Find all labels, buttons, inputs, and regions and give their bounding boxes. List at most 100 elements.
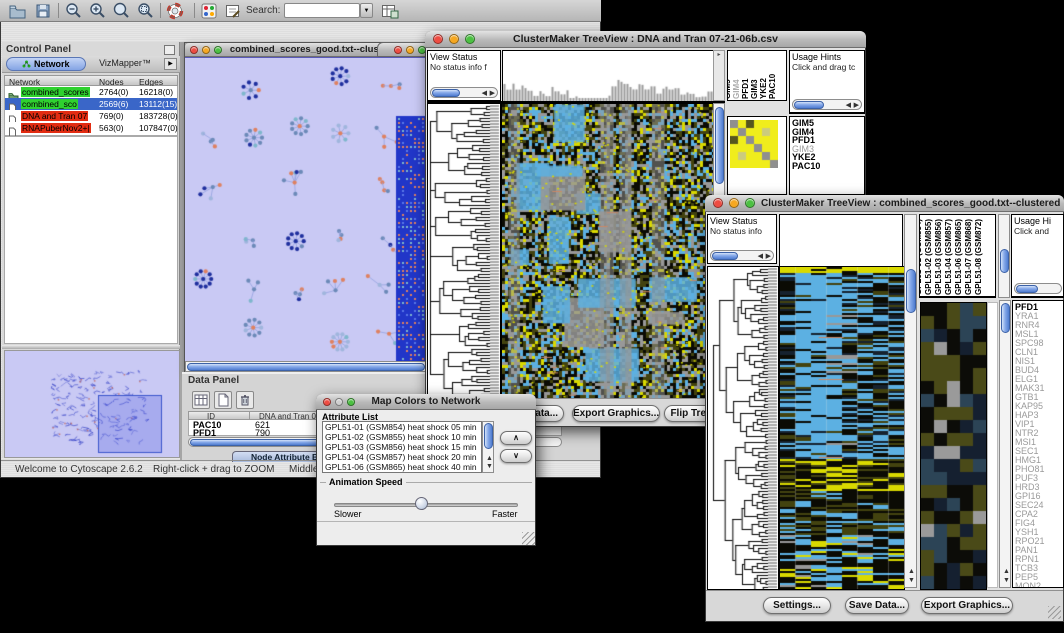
column-label[interactable]: YKE2 <box>759 78 768 99</box>
scrollbar-thumb[interactable] <box>906 269 916 313</box>
resize-grip[interactable] <box>522 532 535 545</box>
network-table-row[interactable]: combined_sco2569(6)13112(15) <box>5 98 177 110</box>
minimize-button[interactable] <box>729 198 739 208</box>
save-data-button[interactable]: Save Data... <box>845 597 909 614</box>
network-table-row[interactable]: combined_scores2764(0)16218(0) <box>5 86 177 98</box>
scrollbar-thumb[interactable] <box>794 101 824 109</box>
scroll-down-arrow[interactable]: ▼ <box>1003 577 1010 584</box>
dialog-titlebar[interactable]: Map Colors to Network <box>316 394 536 410</box>
scrollbar-thumb[interactable] <box>1016 285 1038 293</box>
scrollbar-thumb[interactable] <box>187 363 425 371</box>
resize-grip[interactable] <box>1048 606 1061 619</box>
table-import-icon[interactable] <box>380 2 399 20</box>
delete-attribute-button[interactable] <box>236 391 254 409</box>
zoom-selected-icon[interactable] <box>136 2 155 20</box>
scrollbar-thumb[interactable] <box>712 252 738 260</box>
close-button[interactable] <box>190 46 198 54</box>
minimize-button[interactable] <box>406 46 414 54</box>
usage-hints-scrollbar[interactable] <box>1014 283 1062 294</box>
search-input[interactable] <box>284 3 360 18</box>
usage-hints-scrollbar[interactable]: ◀ ▶ <box>792 99 862 110</box>
scroll-left-arrow[interactable]: ◀ <box>846 102 851 109</box>
vizmapper-icon[interactable] <box>200 2 218 20</box>
column-label[interactable]: GPL51-06 (GSM865) <box>954 219 963 295</box>
row-dendrogram[interactable] <box>427 103 501 400</box>
minimize-button[interactable] <box>335 398 343 406</box>
network-table-row[interactable]: RNAPuberNov2+|563(0)107847(0) <box>5 122 177 134</box>
help-lifesaver-icon[interactable] <box>166 2 185 20</box>
zoom-fit-icon[interactable] <box>112 2 131 20</box>
column-dendrogram[interactable] <box>502 50 714 103</box>
zoom-window-button[interactable] <box>465 34 475 44</box>
column-label[interactable]: GPL51-02 (GSM855) <box>924 219 933 295</box>
network-hscrollbar[interactable] <box>185 361 440 372</box>
attribute-list[interactable]: GPL51-01 (GSM854) heat shock 05 min GPL51… <box>322 421 482 473</box>
float-panel-icon[interactable] <box>164 45 175 55</box>
open-folder-icon[interactable] <box>8 2 27 20</box>
close-button[interactable] <box>323 398 331 406</box>
tab-network[interactable]: Network <box>6 57 86 71</box>
export-graphics-button[interactable]: Export Graphics... <box>921 597 1013 614</box>
speed-slider-thumb[interactable] <box>415 497 428 510</box>
network-canvas[interactable] <box>185 57 440 362</box>
labels-vscrollbar[interactable] <box>998 214 1010 298</box>
gene-label[interactable]: MON2 <box>1015 582 1063 588</box>
treeview-dna-titlebar[interactable]: ClusterMaker TreeView : DNA and Tran 07-… <box>425 31 866 48</box>
treeview-combined-titlebar[interactable]: ClusterMaker TreeView : combined_scores_… <box>705 195 1064 212</box>
column-label[interactable]: PFD1 <box>741 79 750 99</box>
view-status-scrollbar[interactable]: ◀ ▶ <box>710 250 774 261</box>
gene-list-vscrollbar[interactable]: ▲ ▼ <box>999 300 1011 588</box>
save-icon[interactable] <box>34 2 52 20</box>
attribute-item[interactable]: GPL51-01 (GSM854) heat shock 05 min <box>323 422 481 432</box>
zoom-in-icon[interactable] <box>88 2 107 20</box>
scrollbar-thumb[interactable] <box>1000 249 1009 273</box>
search-dropdown-button[interactable]: ▼ <box>360 3 373 18</box>
tab-overflow-button[interactable]: ▶ <box>164 58 177 70</box>
column-label[interactable]: GPL51-04 (GSM857) <box>944 219 953 295</box>
scroll-down-arrow[interactable]: ▼ <box>486 463 493 470</box>
column-label[interactable]: PAC10 <box>768 74 777 99</box>
column-label[interactable]: GPL51-08 (GSM872) <box>974 219 983 295</box>
scrollbar-thumb[interactable] <box>484 423 493 449</box>
scroll-left-arrow[interactable]: ◀ <box>482 90 487 97</box>
column-label[interactable]: GIM4 <box>732 79 741 99</box>
scrollbar-thumb[interactable] <box>432 89 460 97</box>
scroll-left-arrow[interactable]: ◀ <box>758 253 763 260</box>
table-mode-button[interactable] <box>192 391 210 409</box>
network-name[interactable]: DNA and Tran 07 <box>21 111 88 121</box>
splitter[interactable] <box>2 345 180 349</box>
scroll-right-arrow[interactable]: ▶ <box>854 102 859 109</box>
scrollbar-thumb[interactable] <box>715 107 724 184</box>
scroll-right-arrow[interactable]: ▶ <box>766 253 771 260</box>
attribute-item[interactable]: GPL51-06 (GSM865) heat shock 40 min <box>323 462 481 472</box>
annotation-icon[interactable] <box>224 2 242 20</box>
network-name[interactable]: combined_scores <box>21 87 90 97</box>
scrollbar-thumb[interactable] <box>1001 303 1010 333</box>
view-status-scrollbar[interactable]: ◀ ▶ <box>430 87 498 98</box>
attribute-item[interactable]: GPL51-07 (GSM868) heat shock 60 min <box>323 472 481 473</box>
network-table-row[interactable]: DNA and Tran 07769(0)183728(0) <box>5 110 177 122</box>
row-dendrogram[interactable] <box>707 266 779 590</box>
gene-label[interactable]: PAC10 <box>792 162 864 171</box>
new-attribute-button[interactable] <box>214 391 232 409</box>
settings-button[interactable]: Settings... <box>763 597 831 614</box>
zoom-heatmap[interactable] <box>730 120 778 168</box>
network-name[interactable]: RNAPuberNov2+| <box>21 123 91 133</box>
minimize-button[interactable] <box>202 46 210 54</box>
column-label[interactable]: GPL51-07 (GSM868) <box>964 219 973 295</box>
scroll-up-arrow[interactable]: ▲ <box>1003 568 1010 575</box>
minimize-button[interactable] <box>449 34 459 44</box>
zoom-window-button[interactable] <box>347 398 355 406</box>
attribute-item[interactable]: GPL51-03 (GSM856) heat shock 15 min <box>323 442 481 452</box>
close-button[interactable] <box>713 198 723 208</box>
heatmap-vscrollbar[interactable]: ▲ ▼ <box>904 214 917 588</box>
export-graphics-button[interactable]: Export Graphics... <box>572 405 660 422</box>
column-label[interactable]: GPL51-03 (GSM856) <box>934 219 943 295</box>
move-down-button[interactable]: ∨ <box>500 449 532 463</box>
attribute-list-scrollbar[interactable]: ▲ ▼ <box>482 421 494 473</box>
scroll-up-arrow[interactable]: ▲ <box>908 568 915 575</box>
move-up-button[interactable]: ∧ <box>500 431 532 445</box>
zoom-out-icon[interactable] <box>64 2 83 20</box>
scroll-down-arrow[interactable]: ▼ <box>908 577 915 584</box>
global-heatmap[interactable] <box>779 266 905 590</box>
